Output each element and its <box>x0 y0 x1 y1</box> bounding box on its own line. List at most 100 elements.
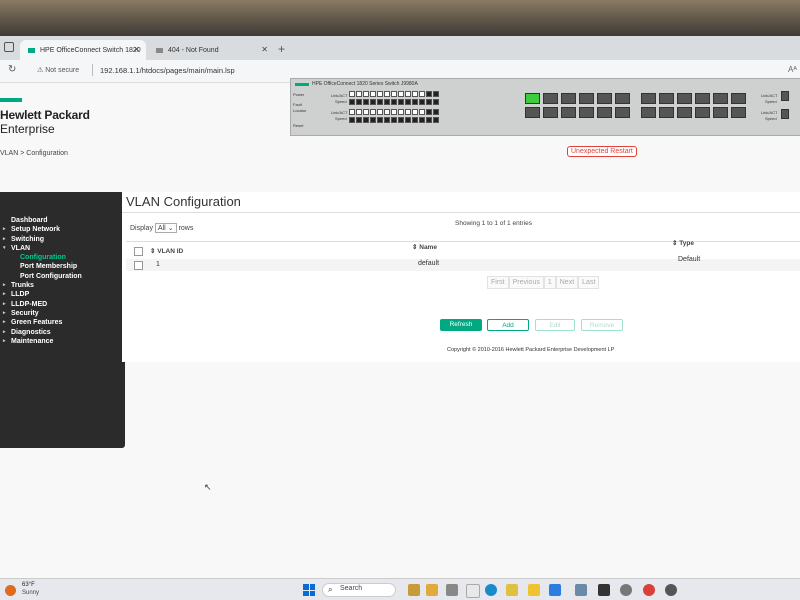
sidebar-item-maintenance[interactable]: ▸ Maintenance <box>0 337 125 346</box>
port-7[interactable] <box>579 93 594 104</box>
port-19[interactable] <box>695 93 710 104</box>
reload-icon[interactable]: ↻ <box>8 64 16 75</box>
port-12[interactable] <box>615 107 630 118</box>
port-8[interactable] <box>579 107 594 118</box>
port-led <box>412 91 418 97</box>
port-20[interactable] <box>695 107 710 118</box>
sfp-port-25[interactable] <box>781 91 789 101</box>
port-1[interactable] <box>525 93 540 104</box>
port-9[interactable] <box>597 93 612 104</box>
app-icon[interactable] <box>575 584 587 596</box>
app-icon[interactable] <box>506 584 518 596</box>
port-15[interactable] <box>659 93 674 104</box>
pagination: First Previous 1 Next Last <box>487 276 600 289</box>
camera-icon[interactable] <box>598 584 610 596</box>
edit-button[interactable]: Edit <box>535 319 575 331</box>
close-icon[interactable]: ✕ <box>261 45 268 54</box>
widgets-icon[interactable] <box>426 584 438 596</box>
port-6[interactable] <box>561 107 576 118</box>
url-field[interactable]: 192.168.1.1/htdocs/pages/main/main.lsp <box>100 66 235 75</box>
sidebar-item-label: Maintenance <box>11 337 54 345</box>
port-led <box>398 91 404 97</box>
pager-page-1[interactable]: 1 <box>543 276 556 289</box>
linkact-label: Link/ACT <box>761 93 778 98</box>
taskview-icon[interactable] <box>408 584 420 596</box>
port-led <box>398 117 404 123</box>
port-18[interactable] <box>677 107 692 118</box>
add-button[interactable]: Add <box>487 319 529 331</box>
weather-desc[interactable]: Sunny <box>22 590 39 596</box>
windows-start-icon[interactable] <box>303 584 315 596</box>
port-2[interactable] <box>525 107 540 118</box>
refresh-button[interactable]: Refresh <box>440 319 482 331</box>
sfp-port-26[interactable] <box>781 109 789 119</box>
chat-icon[interactable] <box>446 584 458 596</box>
port-4[interactable] <box>543 107 558 118</box>
speed-label: Speed <box>765 99 777 104</box>
caret-right-icon: ▸ <box>3 300 6 307</box>
sidebar-menu: Dashboard ▸ Setup Network ▸ Switching ▾ VLA… <box>0 216 125 346</box>
sidebar-item-port-membership[interactable]: Port Membership <box>0 262 125 271</box>
file-explorer-icon[interactable] <box>528 584 540 596</box>
gear-icon[interactable] <box>665 584 677 596</box>
port-16[interactable] <box>659 107 674 118</box>
port-24[interactable] <box>731 107 746 118</box>
port-led <box>356 117 362 123</box>
port-22[interactable] <box>713 107 728 118</box>
showing-entries: Showing 1 to 1 of 1 entries <box>455 220 532 227</box>
text-size-icon[interactable]: Aᴬ <box>788 65 797 74</box>
sidebar-item-lldp-med[interactable]: ▸ LLDP-MED <box>0 300 125 309</box>
sidebar-item-setup-network[interactable]: ▸ Setup Network <box>0 225 125 234</box>
tab-actions-icon[interactable] <box>4 42 14 52</box>
tab-not-found[interactable]: 404 - Not Found ✕ <box>148 40 274 60</box>
port-13[interactable] <box>641 93 656 104</box>
sidebar-item-switching[interactable]: ▸ Switching <box>0 235 125 244</box>
chevron-down-icon: ⌄ <box>167 225 174 232</box>
port-led <box>426 117 432 123</box>
pager-previous[interactable]: Previous <box>508 276 544 289</box>
chrome-icon[interactable] <box>643 584 655 596</box>
sidebar-item-vlan-configuration[interactable]: Configuration <box>0 253 125 262</box>
port-led <box>391 91 397 97</box>
sidebar-item-security[interactable]: ▸ Security <box>0 309 125 318</box>
port-3[interactable] <box>543 93 558 104</box>
select-all-checkbox[interactable] <box>134 247 143 256</box>
edge-icon[interactable] <box>485 584 497 596</box>
sidebar-item-green-features[interactable]: ▸ Green Features <box>0 318 125 327</box>
port-23[interactable] <box>731 93 746 104</box>
sidebar-item-port-configuration[interactable]: Port Configuration <box>0 272 125 281</box>
mail-icon[interactable] <box>549 584 561 596</box>
port-14[interactable] <box>641 107 656 118</box>
monitor-bezel <box>0 0 800 36</box>
port-11[interactable] <box>615 93 630 104</box>
port-5[interactable] <box>561 93 576 104</box>
column-vlan-id[interactable]: ⇕ VLAN ID <box>150 247 183 255</box>
column-name[interactable]: ⇕ Name <box>412 243 437 251</box>
sidebar-item-trunks[interactable]: ▸ Trunks <box>0 281 125 290</box>
new-tab-button[interactable]: + <box>278 42 285 56</box>
caret-right-icon: ▸ <box>3 226 6 233</box>
close-icon[interactable]: ✕ <box>133 45 140 54</box>
pager-last[interactable]: Last <box>578 276 600 289</box>
security-indicator[interactable]: ⚠ Not secure <box>37 66 79 74</box>
port-21[interactable] <box>713 93 728 104</box>
sidebar-item-vlan[interactable]: ▾ VLAN <box>0 244 125 253</box>
app-icon[interactable] <box>466 584 480 598</box>
table-row[interactable]: 1 default Default <box>126 256 800 271</box>
rows-select[interactable]: All ⌄ <box>154 223 177 233</box>
settings-icon[interactable] <box>620 584 632 596</box>
tab-switch[interactable]: HPE OfficeConnect Switch 1820 ✕ <box>20 40 146 60</box>
column-type[interactable]: ⇕ Type <box>672 239 694 247</box>
weather-temp[interactable]: 63°F <box>22 582 35 588</box>
sidebar-item-dashboard[interactable]: Dashboard <box>0 216 125 225</box>
pager-next[interactable]: Next <box>555 276 579 289</box>
port-17[interactable] <box>677 93 692 104</box>
port-10[interactable] <box>597 107 612 118</box>
unexpected-restart-badge[interactable]: Unexpected Restart <box>567 146 637 157</box>
sidebar-item-lldp[interactable]: ▸ LLDP <box>0 290 125 299</box>
sidebar-item-diagnostics[interactable]: ▸ Diagnostics <box>0 328 125 337</box>
remove-button[interactable]: Remove <box>581 319 623 331</box>
row-checkbox[interactable] <box>134 261 143 270</box>
switch-model-label: HPE OfficeConnect 1820 Series Switch J99… <box>312 81 418 87</box>
pager-first[interactable]: First <box>487 276 509 289</box>
